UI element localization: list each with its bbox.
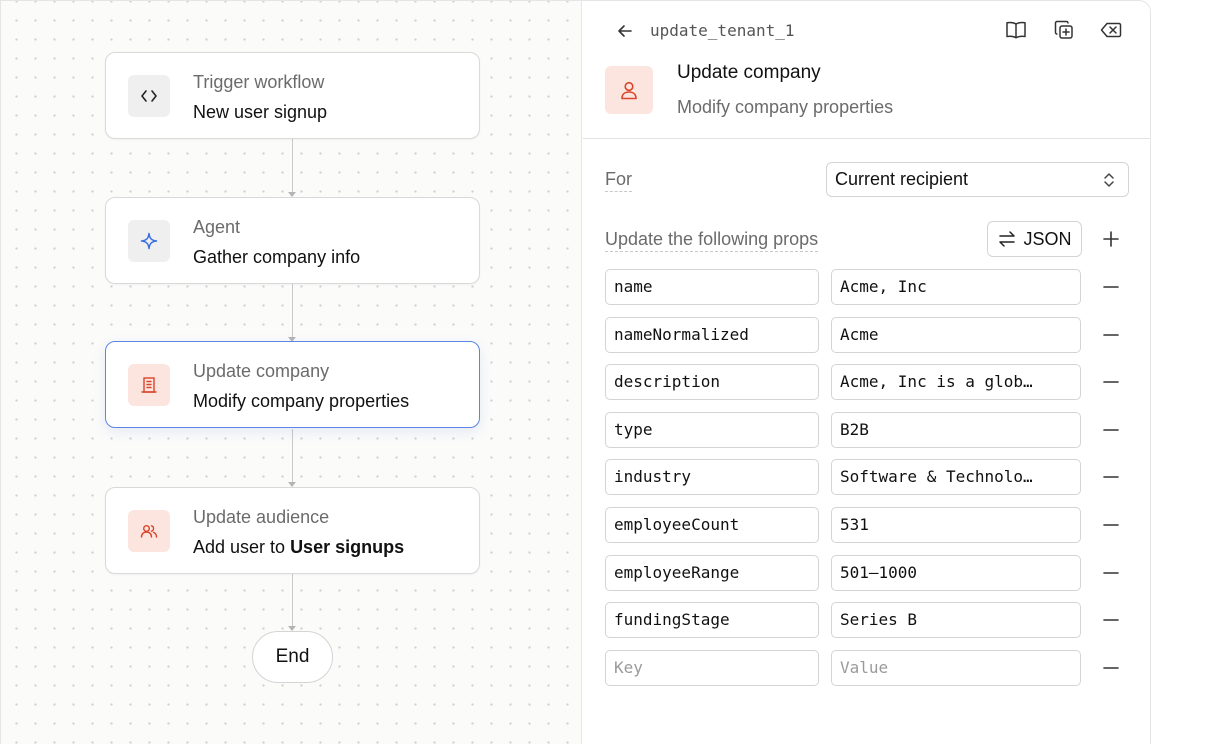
connector-line [292,139,293,192]
workflow-node-update-company[interactable]: Update company Modify company properties [105,341,480,428]
workflow-node-update-audience[interactable]: Update audience Add user to User signups [105,487,480,574]
prop-value-input[interactable]: Acme [831,316,1081,353]
prop-value-input[interactable]: Software & Technolo… [831,459,1081,496]
prop-value-input[interactable]: B2B [831,411,1081,448]
json-button-label: JSON [1023,228,1072,249]
panel-header: update_tenant_1 Update company Modify co… [583,1,1150,139]
node-title: Update company [193,361,330,381]
user-icon [605,66,653,114]
node-subtitle: Modify company properties [193,391,410,411]
minus-icon[interactable] [1099,370,1123,394]
prop-row: nameNormalized Acme [605,316,1135,353]
book-icon[interactable] [1004,18,1028,42]
prop-value-input[interactable]: Acme, Inc is a glob… [831,364,1081,401]
node-title: Trigger workflow [193,72,325,92]
minus-icon[interactable] [1099,465,1123,489]
prop-row: employeeRange 501–1000 [605,554,1135,591]
prop-row: fundingStage Series B [605,602,1135,639]
workflow-node-trigger[interactable]: Trigger workflow New user signup [105,52,480,139]
prop-row-empty: Key Value [605,650,1135,686]
props-label: Update the following props [605,229,819,252]
audience-name: User signups [290,537,405,557]
connector-line [292,574,293,626]
app-frame: Trigger workflow New user signup Agent G… [0,0,1151,744]
step-id: update_tenant_1 [650,21,795,40]
prop-value-input[interactable]: Value [831,650,1081,686]
minus-icon[interactable] [1099,275,1123,299]
for-label: For [605,169,632,192]
minus-icon[interactable] [1099,323,1123,347]
chevron-up-down-icon [1100,170,1118,195]
prop-key-input[interactable]: name [605,269,819,305]
prop-key-input[interactable]: description [605,364,819,401]
step-settings-panel: update_tenant_1 Update company Modify co… [583,1,1150,744]
node-subtitle: Add user to User signups [193,535,404,559]
prop-key-input[interactable]: employeeCount [605,507,819,543]
prop-row: industry Software & Technolo… [605,459,1135,496]
swap-icon [997,229,1017,249]
back-arrow-icon[interactable] [613,19,637,43]
prop-key-input[interactable]: fundingStage [605,602,819,639]
minus-icon[interactable] [1099,418,1123,442]
prop-value-input[interactable]: 501–1000 [831,554,1081,591]
add-prop-icon[interactable] [1099,227,1123,251]
prop-row: name Acme, Inc [605,269,1135,305]
prop-value-input[interactable]: 531 [831,507,1081,543]
prop-value-input[interactable]: Series B [831,602,1081,639]
prop-key-input[interactable]: employeeRange [605,554,819,591]
workflow-node-agent[interactable]: Agent Gather company info [105,197,480,284]
node-subtitle-prefix: Add user to [193,537,291,557]
json-toggle-button[interactable]: JSON [987,221,1082,257]
connector-line [292,284,293,337]
minus-icon[interactable] [1099,656,1123,680]
minus-icon[interactable] [1099,561,1123,585]
recipient-select[interactable]: Current recipient [826,162,1129,197]
prop-key-input[interactable]: type [605,411,819,448]
prop-key-input[interactable]: nameNormalized [605,316,819,353]
prop-row: description Acme, Inc is a glob… [605,364,1135,401]
prop-key-input[interactable]: industry [605,459,819,496]
prop-row: employeeCount 531 [605,507,1135,543]
users-icon [128,510,170,552]
sparkle-icon [128,220,170,262]
minus-icon[interactable] [1099,608,1123,632]
prop-row: type B2B [605,411,1135,448]
workflow-canvas[interactable]: Trigger workflow New user signup Agent G… [1,1,582,744]
node-subtitle: New user signup [193,102,328,122]
code-icon [128,75,170,117]
minus-icon[interactable] [1099,513,1123,537]
node-title: Agent [193,217,241,237]
building-icon [128,364,170,406]
node-subtitle: Gather company info [193,247,361,267]
duplicate-icon[interactable] [1052,18,1076,42]
recipient-select-value: Current recipient [835,169,969,189]
panel-title: Update company [677,62,821,83]
connector-line [292,429,293,482]
delete-icon[interactable] [1099,18,1123,42]
end-node[interactable]: End [252,631,333,683]
node-title: Update audience [193,507,330,527]
panel-subtitle: Modify company properties [677,97,894,117]
prop-value-input[interactable]: Acme, Inc [831,269,1081,305]
prop-key-input[interactable]: Key [605,650,819,686]
